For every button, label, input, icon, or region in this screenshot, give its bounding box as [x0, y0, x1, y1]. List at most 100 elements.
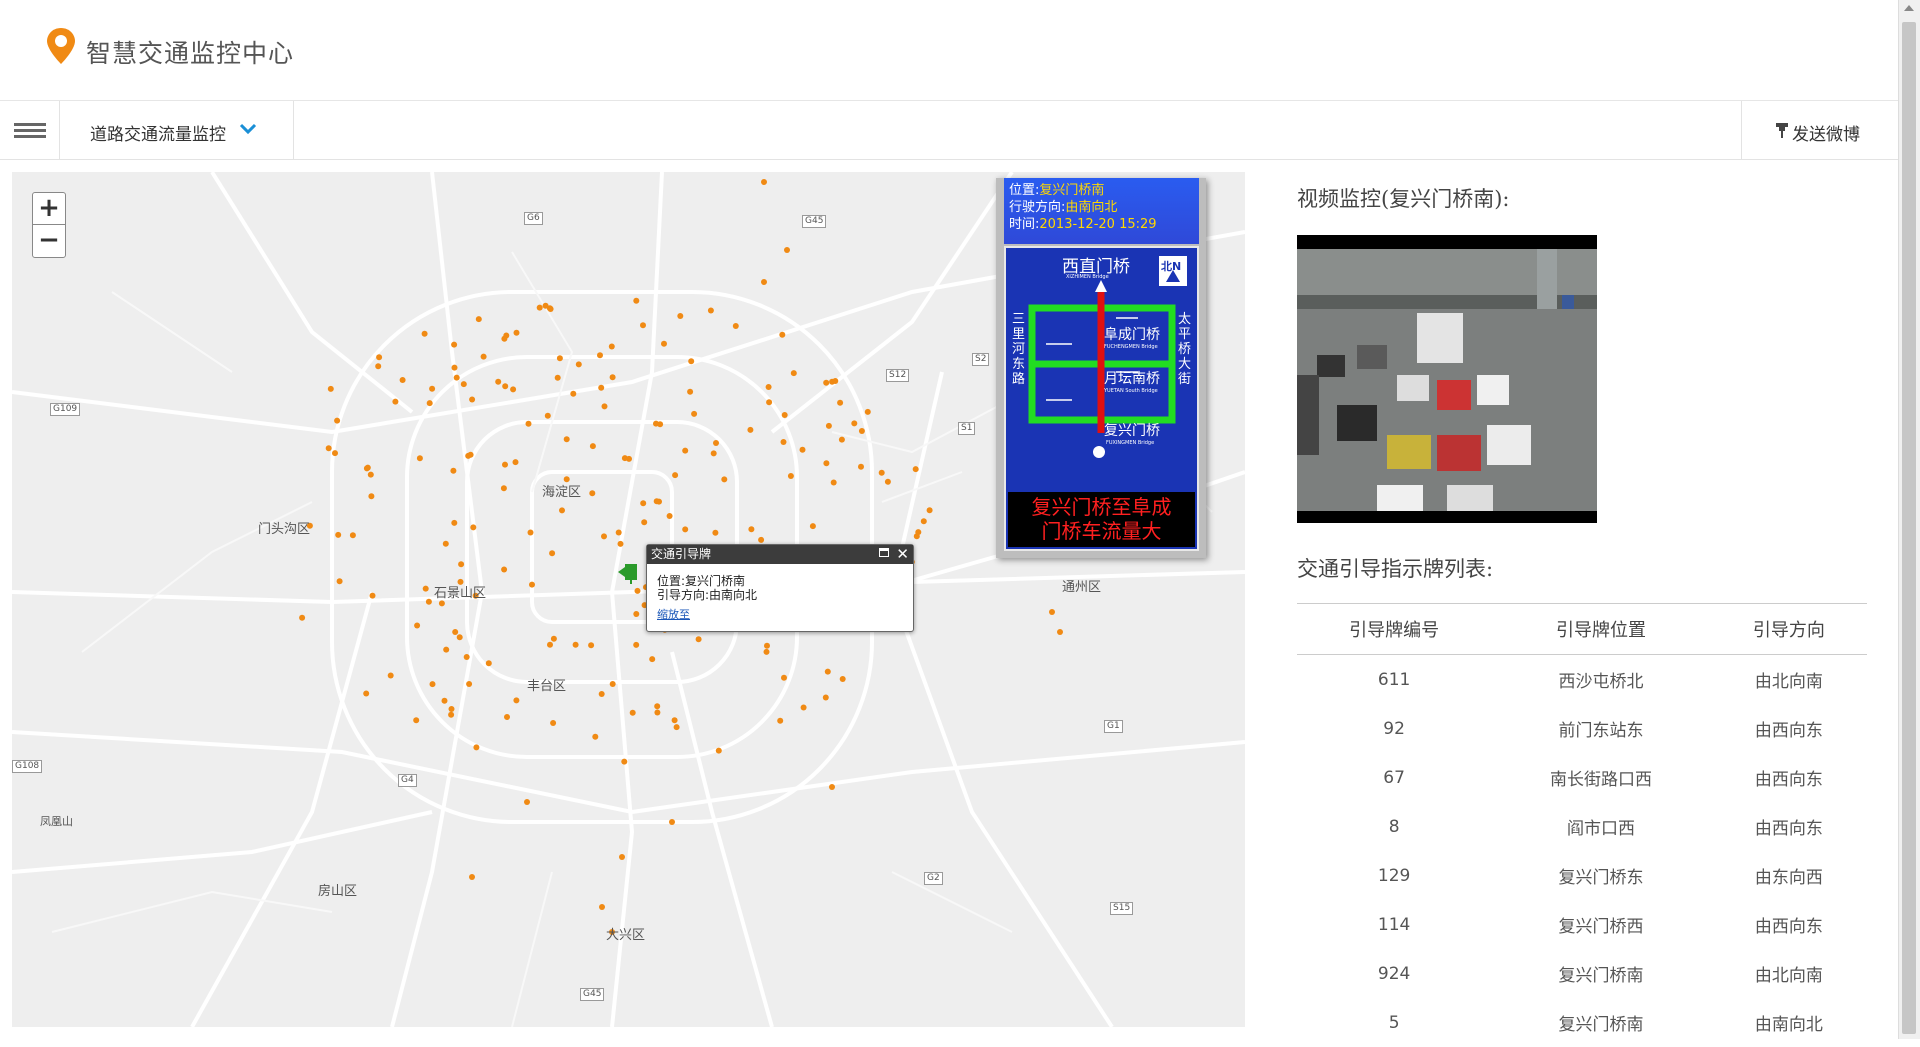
sign-marker-dot[interactable] — [621, 758, 628, 765]
sign-marker-dot[interactable] — [598, 384, 605, 391]
sign-marker-dot[interactable] — [475, 316, 482, 323]
sign-marker-dot[interactable] — [832, 378, 839, 384]
sign-marker-dot[interactable] — [335, 531, 342, 538]
sign-marker-dot[interactable] — [368, 493, 375, 500]
table-row[interactable]: 92 前门东站东 由西向东 — [1297, 704, 1867, 753]
sign-marker-dot[interactable] — [376, 354, 383, 361]
sign-marker-dot[interactable] — [451, 341, 458, 348]
sign-marker-dot[interactable] — [502, 461, 508, 468]
sign-marker-dot[interactable] — [589, 443, 596, 450]
sign-marker-dot[interactable] — [649, 656, 656, 663]
sign-marker-dot[interactable] — [687, 388, 694, 395]
sign-marker-dot[interactable] — [375, 363, 382, 370]
sign-marker-dot[interactable] — [592, 733, 599, 740]
sign-marker-dot[interactable] — [864, 408, 871, 415]
sign-marker-dot[interactable] — [633, 297, 640, 304]
sign-marker-dot[interactable] — [710, 450, 717, 457]
sign-marker-dot[interactable] — [691, 410, 698, 417]
zoom-out-button[interactable]: − — [33, 225, 65, 256]
sign-marker-dot[interactable] — [666, 513, 673, 519]
sign-marker-dot[interactable] — [653, 498, 660, 505]
sign-marker-dot[interactable] — [470, 524, 477, 531]
sign-marker-dot[interactable] — [336, 578, 343, 585]
table-row[interactable]: 924 复兴门桥南 由北向南 — [1297, 949, 1867, 998]
sign-marker-dot[interactable] — [609, 374, 616, 381]
sign-marker-dot[interactable] — [588, 642, 595, 649]
sign-marker-dot[interactable] — [748, 526, 755, 533]
sign-marker-dot[interactable] — [456, 634, 463, 641]
sign-marker-dot[interactable] — [777, 717, 784, 724]
sign-marker-dot[interactable] — [367, 471, 374, 478]
table-row[interactable]: 5 复兴门桥南 由南向北 — [1297, 998, 1867, 1047]
sign-marker-dot[interactable] — [495, 378, 502, 385]
sign-marker-dot[interactable] — [884, 478, 891, 485]
sign-marker-dot[interactable] — [550, 720, 557, 726]
sign-marker-dot[interactable] — [570, 390, 577, 397]
sign-marker-dot[interactable] — [452, 629, 459, 635]
sign-marker-dot[interactable] — [809, 523, 816, 530]
sign-marker-dot[interactable] — [823, 460, 830, 467]
sign-marker-dot[interactable] — [501, 566, 508, 573]
sign-marker-dot[interactable] — [441, 697, 448, 704]
sign-marker-dot[interactable] — [500, 485, 507, 492]
sign-marker-dot[interactable] — [654, 703, 661, 710]
sign-marker-dot[interactable] — [837, 399, 844, 406]
sign-marker-dot[interactable] — [527, 529, 534, 536]
sign-marker-dot[interactable] — [448, 706, 455, 712]
sign-marker-dot[interactable] — [634, 587, 641, 594]
sign-marker-dot[interactable] — [429, 681, 436, 688]
share-weibo-button[interactable]: 发送微博 — [1741, 101, 1898, 159]
sign-marker-dot[interactable] — [633, 641, 640, 648]
sign-marker-dot[interactable] — [682, 447, 689, 454]
sign-marker-dot[interactable] — [450, 467, 457, 474]
sign-marker-dot[interactable] — [510, 386, 517, 393]
sign-marker-dot[interactable] — [640, 322, 646, 329]
sign-marker-dot[interactable] — [438, 600, 445, 607]
sign-marker-dot[interactable] — [467, 451, 474, 458]
sign-marker-dot[interactable] — [504, 714, 510, 720]
table-row[interactable]: 67 南长街路口西 由西向东 — [1297, 753, 1867, 802]
sign-marker-dot[interactable] — [677, 313, 684, 319]
sign-marker-dot[interactable] — [626, 455, 632, 462]
sign-marker-dot[interactable] — [349, 532, 356, 539]
sign-marker-dot[interactable] — [512, 459, 519, 466]
traffic-map[interactable]: + − 门头沟区 海淀区 石景山区 丰台区 通州区 房山区 大兴区 凤凰山 G6… — [12, 172, 1245, 1027]
sign-marker-dot[interactable] — [682, 526, 689, 533]
sign-marker-dot[interactable] — [764, 642, 770, 649]
sign-marker-dot[interactable] — [800, 704, 807, 711]
sign-marker-dot[interactable] — [598, 691, 605, 697]
sign-marker-dot[interactable] — [513, 329, 520, 336]
sign-marker-dot[interactable] — [572, 641, 579, 648]
sign-marker-dot[interactable] — [763, 648, 770, 655]
sign-marker-dot[interactable] — [422, 585, 429, 592]
sign-marker-dot[interactable] — [653, 420, 659, 427]
sign-marker-dot[interactable] — [629, 709, 636, 716]
scroll-up-arrow-icon[interactable] — [1904, 5, 1914, 11]
sign-marker-dot[interactable] — [524, 799, 530, 805]
sign-marker-dot[interactable] — [912, 466, 919, 473]
sign-marker-dot[interactable] — [732, 323, 739, 329]
sign-marker-dot[interactable] — [695, 636, 702, 643]
sign-marker-dot[interactable] — [529, 581, 535, 588]
sign-marker-dot[interactable] — [781, 674, 787, 681]
sign-marker-dot[interactable] — [761, 179, 767, 185]
zoom-to-link[interactable]: 缩放至 — [657, 608, 903, 622]
sign-marker-dot[interactable] — [601, 403, 608, 410]
sign-marker-dot[interactable] — [822, 694, 829, 701]
sign-marker-dot[interactable] — [654, 709, 661, 716]
sign-marker-dot[interactable] — [325, 445, 332, 452]
sign-marker-dot[interactable] — [369, 592, 376, 599]
sign-marker-dot[interactable] — [363, 690, 370, 697]
sign-marker-dot[interactable] — [633, 611, 640, 617]
sign-marker-dot[interactable] — [547, 641, 553, 648]
sign-marker-dot[interactable] — [601, 533, 607, 540]
sign-marker-dot[interactable] — [364, 464, 371, 471]
sign-marker-dot[interactable] — [599, 904, 605, 910]
sign-marker-dot[interactable] — [451, 519, 458, 526]
guide-sign-marker-icon[interactable] — [618, 562, 644, 584]
sign-marker-dot[interactable] — [421, 330, 428, 337]
sign-marker-dot[interactable] — [536, 304, 543, 311]
sign-marker-dot[interactable] — [451, 364, 458, 371]
table-row[interactable]: 8 阎市口西 由西向东 — [1297, 802, 1867, 851]
sign-marker-dot[interactable] — [443, 646, 450, 653]
